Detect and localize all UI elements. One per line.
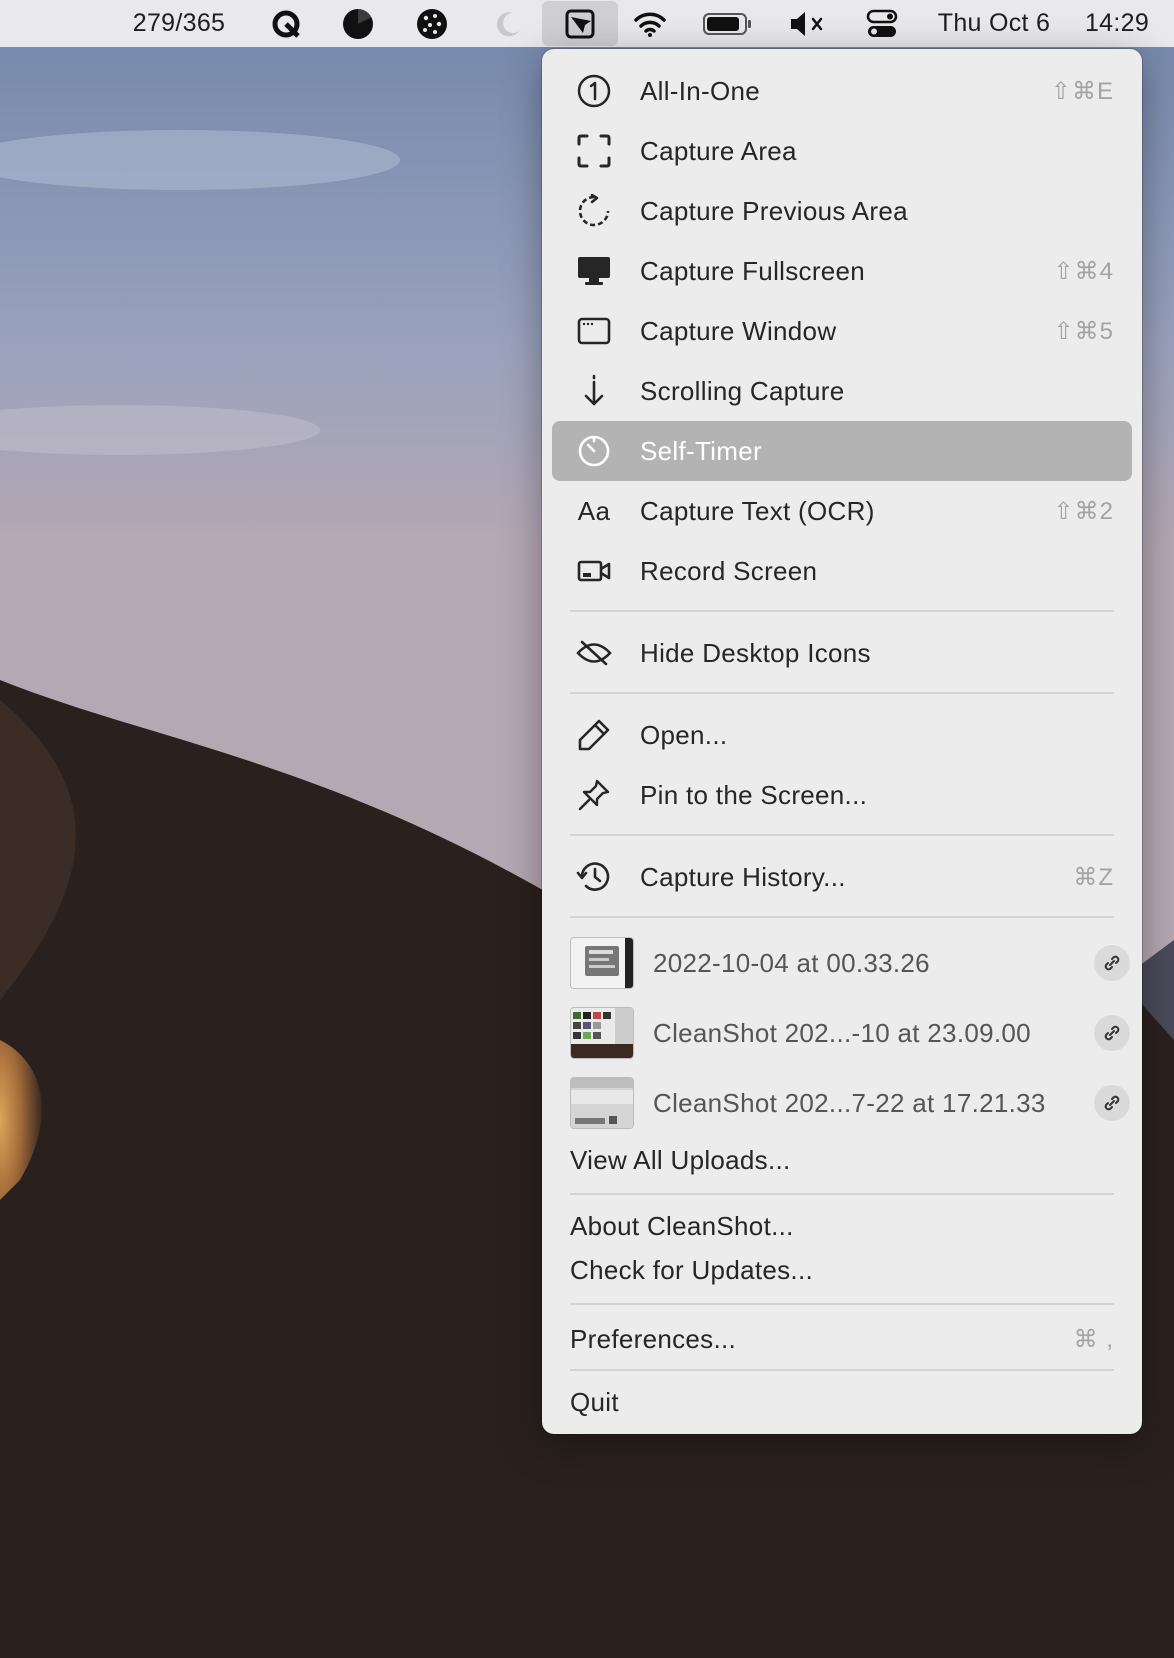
dark-circle-icon[interactable] [338,0,378,47]
menu-item-capture-window[interactable]: Capture Window ⇧⌘5 [552,301,1132,361]
monitor-icon [576,253,612,289]
separator [570,692,1114,694]
shortcut: ⌘ , [1073,1325,1114,1353]
menu-item-all-in-one[interactable]: All-In-One ⇧⌘E [552,61,1132,121]
separator [570,916,1114,918]
link-icon[interactable] [1094,945,1130,981]
menu-item-self-timer[interactable]: Self-Timer [552,421,1132,481]
circled-one-icon [576,73,612,109]
text-aa-icon: Aa [577,495,611,526]
upload-label: 2022-10-04 at 00.33.26 [653,947,930,978]
shortcut: ⇧⌘2 [1053,497,1114,525]
history-icon [576,859,612,895]
separator [570,1193,1114,1195]
link-icon[interactable] [1094,1015,1130,1051]
menu-item-label: Capture Window [640,315,837,346]
capture-previous-icon [576,193,612,229]
menu-item-label: Capture Previous Area [640,195,908,226]
cleanshot-menu: All-In-One ⇧⌘E Capture Area Capture Prev… [542,49,1142,1434]
date-label[interactable]: Thu Oct 6 [928,0,1060,47]
arrow-down-icon [576,373,612,409]
about-cleanshot[interactable]: About CleanShot... [570,1211,794,1242]
capture-area-icon [576,133,612,169]
timer-icon [576,433,612,469]
shortcut: ⇧⌘E [1050,77,1114,105]
menu-item-label: All-In-One [640,75,761,106]
menu-item-capture-history[interactable]: Capture History... ⌘Z [552,847,1132,907]
cookie-icon[interactable] [412,0,452,47]
eye-slash-icon [576,635,612,671]
menu-item-record-screen[interactable]: Record Screen [552,541,1132,601]
upload-thumbnail [570,1007,634,1059]
menu-item-preferences[interactable]: Preferences... ⌘ , [552,1309,1132,1369]
link-icon[interactable] [1094,1085,1130,1121]
menu-item-label: Capture Fullscreen [640,255,866,286]
upload-label: CleanShot 202...-10 at 23.09.00 [653,1017,1031,1048]
counter-text: 279/365 [132,9,226,37]
menu-item-label: Open... [640,719,728,750]
window-icon [576,313,612,349]
menu-item-scrolling-capture[interactable]: Scrolling Capture [552,361,1132,421]
control-center-icon[interactable] [862,0,902,47]
shortcut: ⇧⌘4 [1053,257,1114,285]
menu-bar: 279/365 Thu Oct 6 14:29 [0,0,1174,47]
menu-item-label: Self-Timer [640,435,762,466]
menu-item-capture-fullscreen[interactable]: Capture Fullscreen ⇧⌘4 [552,241,1132,301]
video-camera-icon [576,553,612,589]
upload-thumbnail [570,1077,634,1129]
shortcut: ⇧⌘5 [1053,317,1114,345]
separator [570,834,1114,836]
menu-item-capture-text[interactable]: Aa Capture Text (OCR) ⇧⌘2 [552,481,1132,541]
upload-item[interactable]: CleanShot 202...-10 at 23.09.00 [570,1001,1130,1065]
menu-item-open[interactable]: Open... [552,705,1132,765]
upload-label: CleanShot 202...7-22 at 17.21.33 [653,1087,1046,1118]
quotient-icon[interactable] [266,0,306,47]
menu-item-label: Capture Text (OCR) [640,495,875,526]
upload-thumbnail [570,937,634,989]
pin-icon [576,777,612,813]
counter-label[interactable]: 279/365 [124,0,234,47]
upload-item[interactable]: CleanShot 202...7-22 at 17.21.33 [570,1071,1130,1135]
quit-item[interactable]: Quit [570,1387,619,1418]
menu-item-label: Scrolling Capture [640,375,845,406]
menu-item-label: Pin to the Screen... [640,779,868,810]
view-all-uploads[interactable]: View All Uploads... [570,1145,791,1176]
pencil-icon [576,717,612,753]
wifi-icon[interactable] [630,0,670,47]
time-label[interactable]: 14:29 [1072,0,1162,47]
separator [570,1369,1114,1371]
separator [570,610,1114,612]
menu-item-capture-previous-area[interactable]: Capture Previous Area [552,181,1132,241]
moon-icon[interactable] [488,0,528,47]
menu-item-capture-area[interactable]: Capture Area [552,121,1132,181]
shortcut: ⌘Z [1073,863,1114,891]
date-text: Thu Oct 6 [937,9,1051,37]
menu-item-label: Capture Area [640,135,797,166]
menu-item-pin[interactable]: Pin to the Screen... [552,765,1132,825]
battery-icon[interactable] [700,0,756,47]
menu-item-label: Capture History... [640,861,846,892]
muted-speaker-icon[interactable] [786,0,830,47]
separator [570,1303,1114,1305]
menu-item-label: Preferences... [570,1323,737,1354]
menu-item-hide-desktop-icons[interactable]: Hide Desktop Icons [552,623,1132,683]
upload-item[interactable]: 2022-10-04 at 00.33.26 [570,931,1130,995]
menu-item-label: Record Screen [640,555,818,586]
cleanshot-icon[interactable] [542,1,618,46]
menu-item-label: Hide Desktop Icons [640,637,871,668]
time-text: 14:29 [1084,9,1150,37]
check-for-updates[interactable]: Check for Updates... [570,1255,813,1286]
